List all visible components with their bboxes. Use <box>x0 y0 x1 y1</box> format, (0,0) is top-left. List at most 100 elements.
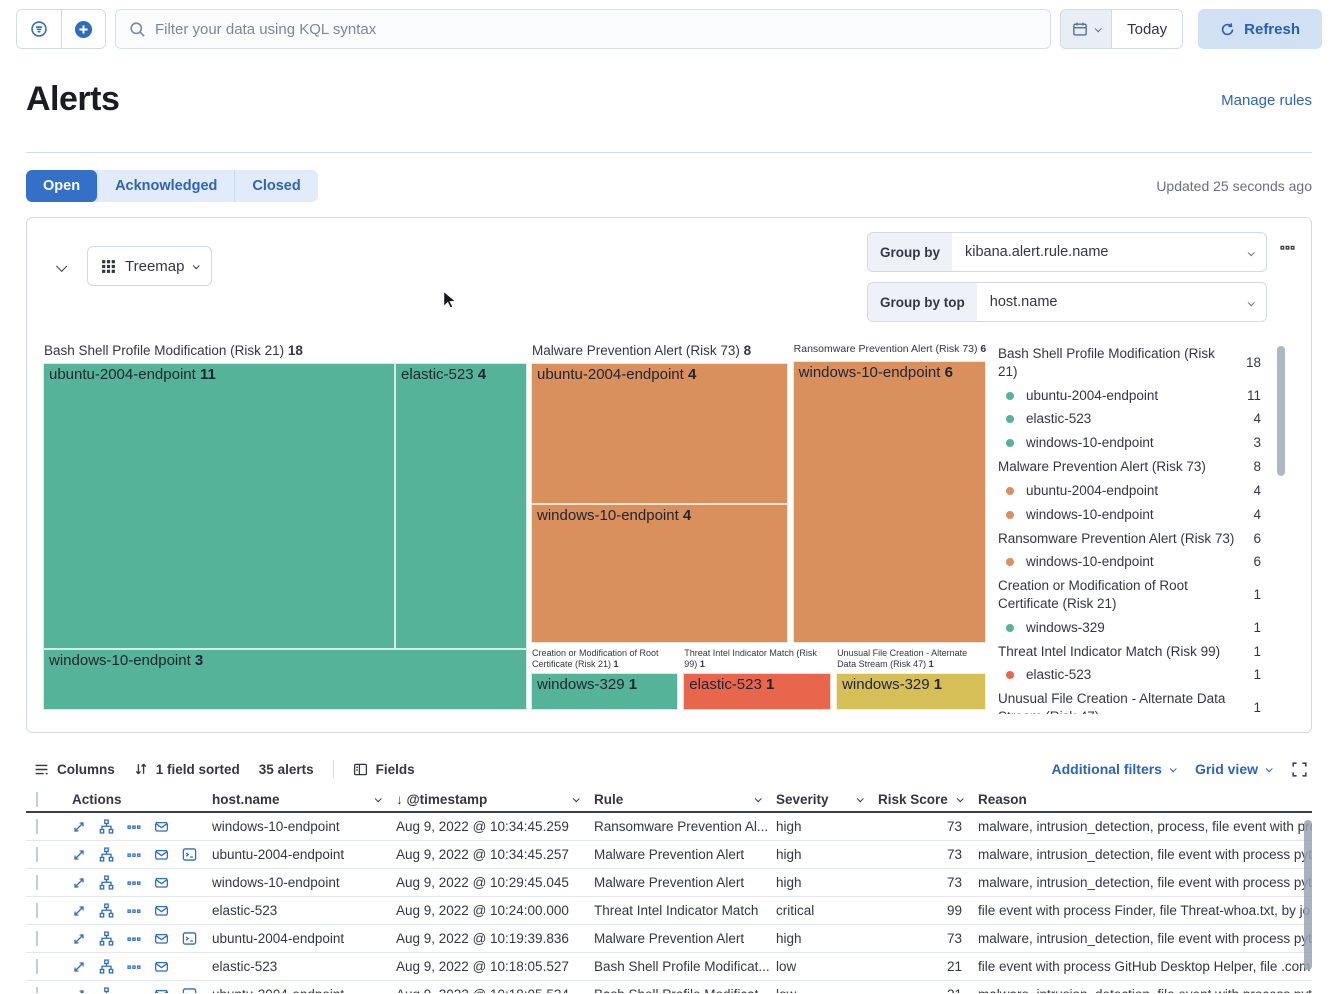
expand-icon[interactable] <box>72 820 86 834</box>
legend-item[interactable]: elastic-5234 <box>998 407 1261 431</box>
more-icon[interactable] <box>127 848 141 862</box>
treemap-tile[interactable]: windows-329 1 <box>531 673 678 710</box>
saved-query-menu-button[interactable] <box>17 10 61 48</box>
add-filter-button[interactable] <box>61 10 105 48</box>
terminal-icon[interactable] <box>182 987 197 993</box>
analyzer-icon[interactable] <box>99 819 114 834</box>
envelope-icon[interactable] <box>154 931 169 946</box>
legend-item[interactable]: Bash Shell Profile Modification (Risk 21… <box>998 342 1261 384</box>
additional-filters-button[interactable]: Additional filters <box>1052 761 1175 777</box>
fields-button[interactable]: Fields <box>353 762 415 777</box>
treemap-tile[interactable]: windows-329 1 <box>836 673 986 710</box>
expand-icon[interactable] <box>72 848 86 862</box>
columns-button[interactable]: Columns <box>34 762 115 777</box>
analyzer-icon[interactable] <box>99 875 114 890</box>
legend-item-label: Creation or Modification of Root Certifi… <box>998 577 1241 613</box>
collapse-chart-button[interactable] <box>57 259 65 274</box>
legend-item[interactable]: windows-10-endpoint4 <box>998 503 1261 527</box>
more-icon[interactable] <box>127 820 141 834</box>
row-checkbox[interactable] <box>36 931 38 946</box>
treemap-tile[interactable]: elastic-523 1 <box>683 673 831 710</box>
legend-item[interactable]: elastic-5231 <box>998 663 1261 687</box>
treemap-tile[interactable]: elastic-523 4 <box>395 363 527 649</box>
treemap-tile[interactable]: windows-10-endpoint 6 <box>793 361 986 643</box>
header-severity[interactable]: Severity <box>774 792 876 807</box>
grid-view-button[interactable]: Grid view <box>1195 761 1271 777</box>
terminal-icon[interactable] <box>182 931 197 946</box>
group-by-top-select[interactable]: Group by top host.name <box>867 282 1267 322</box>
more-icon[interactable] <box>127 960 141 974</box>
today-button[interactable]: Today <box>1111 10 1182 48</box>
legend-item[interactable]: Malware Prevention Alert (Risk 73)8 <box>998 455 1261 479</box>
header-risk-score[interactable]: Risk Score <box>876 792 976 807</box>
legend-item[interactable]: windows-10-endpoint6 <box>998 550 1261 574</box>
row-checkbox[interactable] <box>36 875 38 890</box>
treemap-tile[interactable]: ubuntu-2004-endpoint 4 <box>531 363 788 504</box>
legend-scrollbar[interactable] <box>1277 346 1285 476</box>
legend-item[interactable]: Threat Intel Indicator Match (Risk 99)1 <box>998 640 1261 664</box>
table-scrollbar[interactable] <box>1304 820 1312 970</box>
expand-icon[interactable] <box>72 960 86 974</box>
legend-item-count: 6 <box>1253 553 1261 571</box>
more-icon[interactable] <box>127 904 141 918</box>
sort-fields-button[interactable]: 1 field sorted <box>134 762 240 777</box>
kql-search-input[interactable] <box>155 21 1037 38</box>
group-by-select[interactable]: Group by kibana.alert.rule.name <box>867 232 1267 272</box>
select-all-checkbox[interactable] <box>36 792 38 807</box>
analyzer-icon[interactable] <box>99 987 114 993</box>
row-checkbox[interactable] <box>36 847 38 862</box>
legend-item[interactable]: ubuntu-2004-endpoint11 <box>998 384 1261 408</box>
expand-icon[interactable] <box>72 876 86 890</box>
legend-item[interactable]: windows-10-endpoint3 <box>998 431 1261 455</box>
analyzer-icon[interactable] <box>99 931 114 946</box>
more-icon[interactable] <box>127 932 141 946</box>
header-rule[interactable]: Rule <box>592 792 774 807</box>
fullscreen-button[interactable] <box>1291 761 1308 778</box>
treemap-tile[interactable]: windows-10-endpoint 3 <box>43 649 527 710</box>
analyzer-icon[interactable] <box>99 903 114 918</box>
envelope-icon[interactable] <box>154 987 169 993</box>
chart-more-actions-button[interactable] <box>1280 240 1295 255</box>
envelope-icon[interactable] <box>154 875 169 890</box>
kql-search-bar[interactable] <box>115 9 1051 49</box>
row-checkbox[interactable] <box>36 819 38 834</box>
terminal-icon[interactable] <box>182 847 197 862</box>
treemap-tile-label: elastic-523 1 <box>684 674 779 695</box>
treemap-tile[interactable]: windows-10-endpoint 4 <box>531 504 788 642</box>
status-tab-acknowledged[interactable]: Acknowledged <box>97 170 234 202</box>
header-host-name[interactable]: host.name <box>210 792 394 807</box>
legend-item[interactable]: ubuntu-2004-endpoint4 <box>998 479 1261 503</box>
envelope-icon[interactable] <box>154 959 169 974</box>
updated-timestamp: Updated 25 seconds ago <box>1156 178 1312 194</box>
row-checkbox[interactable] <box>36 959 38 974</box>
envelope-icon[interactable] <box>154 819 169 834</box>
row-actions <box>62 903 210 918</box>
date-picker-button[interactable] <box>1061 10 1111 48</box>
chart-view-select[interactable]: Treemap <box>87 246 212 286</box>
legend-item[interactable]: windows-3291 <box>998 616 1261 640</box>
treemap-group-label: Creation or Modification of Root Certifi… <box>531 647 678 673</box>
analyzer-icon[interactable] <box>99 847 114 862</box>
treemap-tile[interactable]: ubuntu-2004-endpoint 11 <box>43 363 395 649</box>
legend-item[interactable]: Creation or Modification of Root Certifi… <box>998 574 1261 616</box>
status-tab-open[interactable]: Open <box>26 170 97 202</box>
refresh-button[interactable]: Refresh <box>1198 9 1322 49</box>
expand-icon[interactable] <box>72 932 86 946</box>
manage-rules-link[interactable]: Manage rules <box>1221 92 1312 109</box>
status-tab-closed[interactable]: Closed <box>234 170 317 202</box>
row-checkbox[interactable] <box>36 987 38 993</box>
expand-icon[interactable] <box>72 904 86 918</box>
severity-cell: high <box>774 875 876 890</box>
legend-item[interactable]: Unusual File Creation - Alternate Data S… <box>998 687 1261 714</box>
legend-item[interactable]: Ransomware Prevention Alert (Risk 73)6 <box>998 527 1261 551</box>
envelope-icon[interactable] <box>154 847 169 862</box>
more-icon[interactable] <box>127 988 141 994</box>
envelope-icon[interactable] <box>154 903 169 918</box>
header-timestamp[interactable]: ↓ @timestamp <box>394 792 592 807</box>
treemap-tile-label: windows-10-endpoint 3 <box>44 650 208 671</box>
more-icon[interactable] <box>127 876 141 890</box>
expand-icon[interactable] <box>72 988 86 994</box>
filter-circle-icon <box>30 20 48 38</box>
row-checkbox[interactable] <box>36 903 38 918</box>
analyzer-icon[interactable] <box>99 959 114 974</box>
